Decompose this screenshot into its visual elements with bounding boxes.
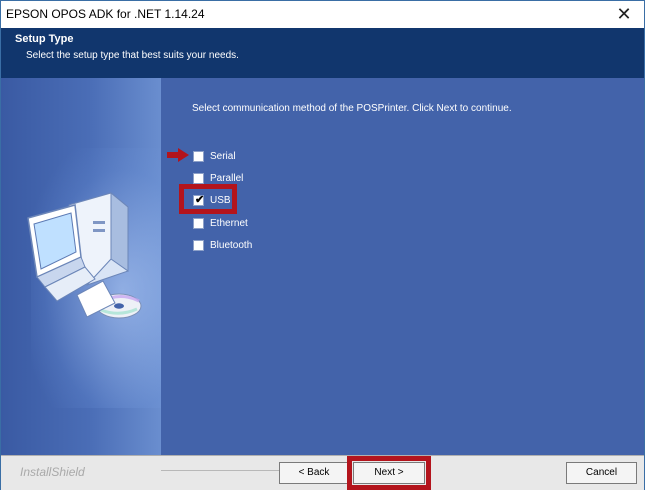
- header-subtitle: Select the setup type that best suits yo…: [26, 50, 239, 61]
- serial-checkbox[interactable]: [193, 150, 204, 162]
- side-panel: [1, 78, 161, 455]
- option-label: Ethernet: [210, 217, 248, 229]
- ethernet-checkbox[interactable]: [193, 217, 204, 229]
- option-label: Serial: [210, 150, 236, 162]
- button-bar: InstallShield < Back Next > Cancel: [1, 455, 644, 490]
- usb-highlight-box: [179, 184, 237, 214]
- instruction-text: Select communication method of the POSPr…: [192, 103, 512, 114]
- option-bluetooth[interactable]: Bluetooth: [193, 237, 252, 253]
- option-label: Bluetooth: [210, 239, 253, 251]
- footer-divider: [161, 470, 279, 471]
- option-serial[interactable]: Serial: [193, 148, 236, 164]
- bluetooth-checkbox[interactable]: [193, 239, 204, 251]
- computer-cd-icon: [27, 191, 142, 319]
- window-title: EPSON OPOS ADK for .NET 1.14.24: [6, 7, 205, 21]
- cancel-button[interactable]: Cancel: [566, 462, 637, 484]
- red-arrow-icon: [167, 148, 189, 162]
- option-label: Parallel: [210, 172, 244, 184]
- back-button[interactable]: < Back: [279, 462, 349, 484]
- header-title: Setup Type: [15, 33, 74, 45]
- setup-header: Setup Type Select the setup type that be…: [1, 28, 644, 78]
- close-icon[interactable]: ✕: [604, 1, 644, 28]
- title-bar: EPSON OPOS ADK for .NET 1.14.24 ✕: [1, 1, 644, 28]
- installshield-brand: InstallShield: [20, 465, 85, 479]
- next-highlight-box: [347, 456, 431, 490]
- content-area: Select communication method of the POSPr…: [1, 78, 644, 455]
- option-ethernet[interactable]: Ethernet: [193, 215, 248, 231]
- parallel-checkbox[interactable]: [193, 172, 204, 184]
- installer-window: EPSON OPOS ADK for .NET 1.14.24 ✕ Setup …: [0, 0, 645, 490]
